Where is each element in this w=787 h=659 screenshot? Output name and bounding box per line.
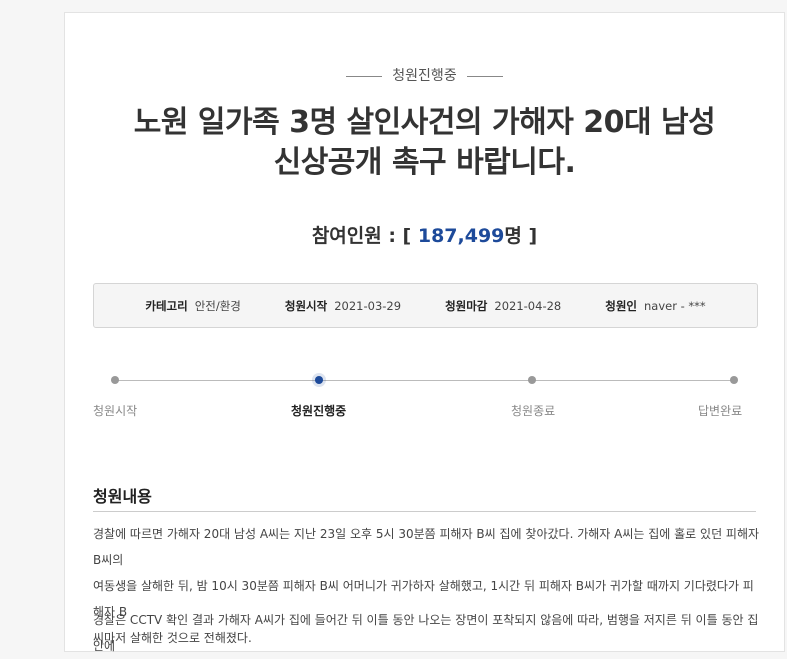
title-line-1: 노원 일가족 3명 살인사건의 가해자 20대 남성 bbox=[133, 105, 716, 140]
participants-suffix: 명 ] bbox=[504, 225, 538, 247]
petition-status: 청원진행중 bbox=[65, 65, 784, 85]
content-heading: 청원내용 bbox=[93, 487, 152, 506]
petition-card: 청원진행중 노원 일가족 3명 살인사건의 가해자 20대 남성 신상공개 촉구… bbox=[64, 12, 785, 653]
participants-label: 참여인원 : [ bbox=[311, 225, 418, 247]
info-category: 카테고리 안전/환경 bbox=[145, 298, 241, 314]
info-start: 청원시작 2021-03-29 bbox=[285, 298, 401, 314]
author-value: naver - *** bbox=[643, 298, 706, 313]
info-end: 청원마감 2021-04-28 bbox=[445, 298, 561, 314]
start-value: 2021-03-29 bbox=[334, 298, 402, 313]
start-label: 청원시작 bbox=[284, 298, 328, 313]
author-label: 청원인 bbox=[605, 298, 637, 313]
progress-label-answered: 답변완료 bbox=[698, 404, 743, 418]
progress-dot-closed bbox=[528, 376, 536, 384]
status-left-rule bbox=[346, 75, 383, 77]
progress-dot-start bbox=[111, 376, 119, 384]
progress-track bbox=[115, 380, 734, 381]
end-value: 2021-04-28 bbox=[494, 298, 562, 313]
participant-count: 참여인원 : [ 187,499명 ] bbox=[65, 221, 784, 248]
content-paragraph-2: 경찰은 CCTV 확인 결과 가해자 A씨가 집에 들어간 뒤 이틀 동안 나오… bbox=[93, 607, 763, 659]
title-line-2: 신상공개 촉구 바랍니다. bbox=[273, 145, 576, 180]
info-author: 청원인 naver - *** bbox=[605, 298, 705, 314]
progress-label-closed: 청원종료 bbox=[511, 404, 556, 418]
para1-line-1: 경찰에 따르면 가해자 20대 남성 A씨는 지난 23일 오후 5시 30분쯤… bbox=[93, 527, 760, 567]
status-label: 청원진행중 bbox=[392, 68, 457, 84]
progress-label-start: 청원시작 bbox=[93, 404, 138, 418]
progress-dot-answered bbox=[730, 376, 738, 384]
progress-label-ongoing: 청원진행중 bbox=[291, 404, 347, 418]
petition-progress: 청원시작 청원진행중 청원종료 답변완료 bbox=[93, 375, 756, 418]
end-label: 청원마감 bbox=[445, 298, 488, 313]
para2-line-1: 경찰은 CCTV 확인 결과 가해자 A씨가 집에 들어간 뒤 이틀 동안 나오… bbox=[93, 613, 759, 653]
petition-info-box: 카테고리 안전/환경 청원시작 2021-03-29 청원마감 2021-04-28 … bbox=[93, 283, 758, 328]
content-divider bbox=[93, 511, 756, 512]
category-label: 카테고리 bbox=[145, 298, 188, 313]
participants-value: 187,499 bbox=[417, 225, 505, 247]
category-value: 안전/환경 bbox=[194, 298, 241, 313]
petition-title: 노원 일가족 3명 살인사건의 가해자 20대 남성 신상공개 촉구 바랍니다. bbox=[65, 103, 784, 183]
progress-dot-ongoing bbox=[315, 376, 323, 384]
status-right-rule bbox=[466, 75, 503, 77]
